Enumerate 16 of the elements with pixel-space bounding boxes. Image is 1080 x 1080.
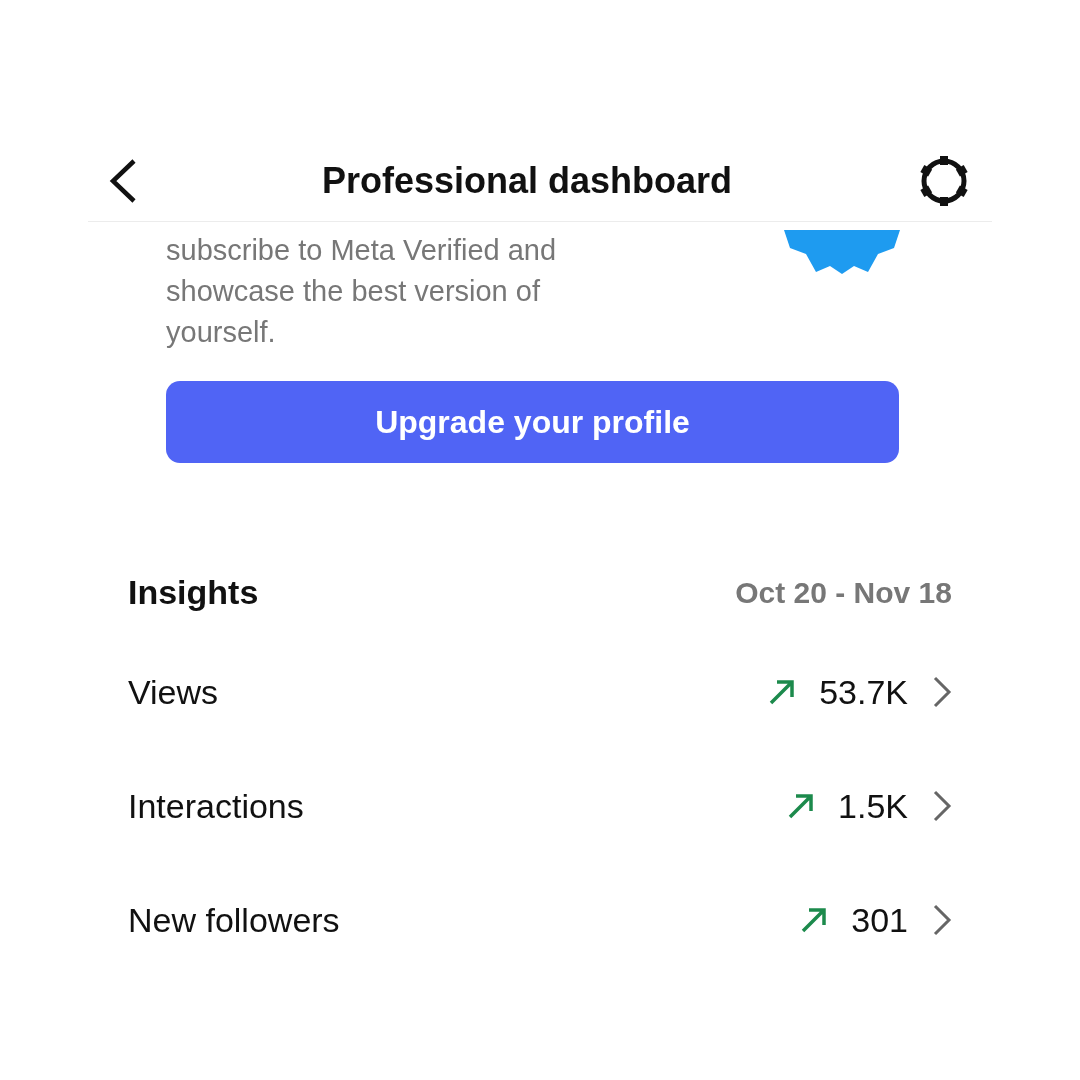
- metric-label: New followers: [128, 900, 341, 940]
- metric-label: Interactions: [128, 786, 305, 826]
- metric-label: Views: [128, 672, 220, 712]
- promo-text: subscribe to Meta Verified and showcase the best version of yourself.: [166, 233, 558, 350]
- chevron-right-icon[interactable]: [932, 675, 952, 709]
- upgrade-button[interactable]: Upgrade your profile: [166, 381, 899, 463]
- verified-badge-icon: [784, 230, 900, 276]
- chevron-right-icon[interactable]: [932, 789, 952, 823]
- date-range: Oct 20 - Nov 18: [735, 575, 952, 610]
- metric-value: 301: [851, 900, 908, 940]
- metric-value: 53.7K: [819, 672, 908, 712]
- back-icon[interactable]: [108, 157, 138, 204]
- chevron-right-icon[interactable]: [932, 903, 952, 937]
- section-title: Insights: [128, 573, 259, 612]
- metric-value: 1.5K: [838, 786, 908, 826]
- page-title: Professional dashboard: [321, 159, 733, 202]
